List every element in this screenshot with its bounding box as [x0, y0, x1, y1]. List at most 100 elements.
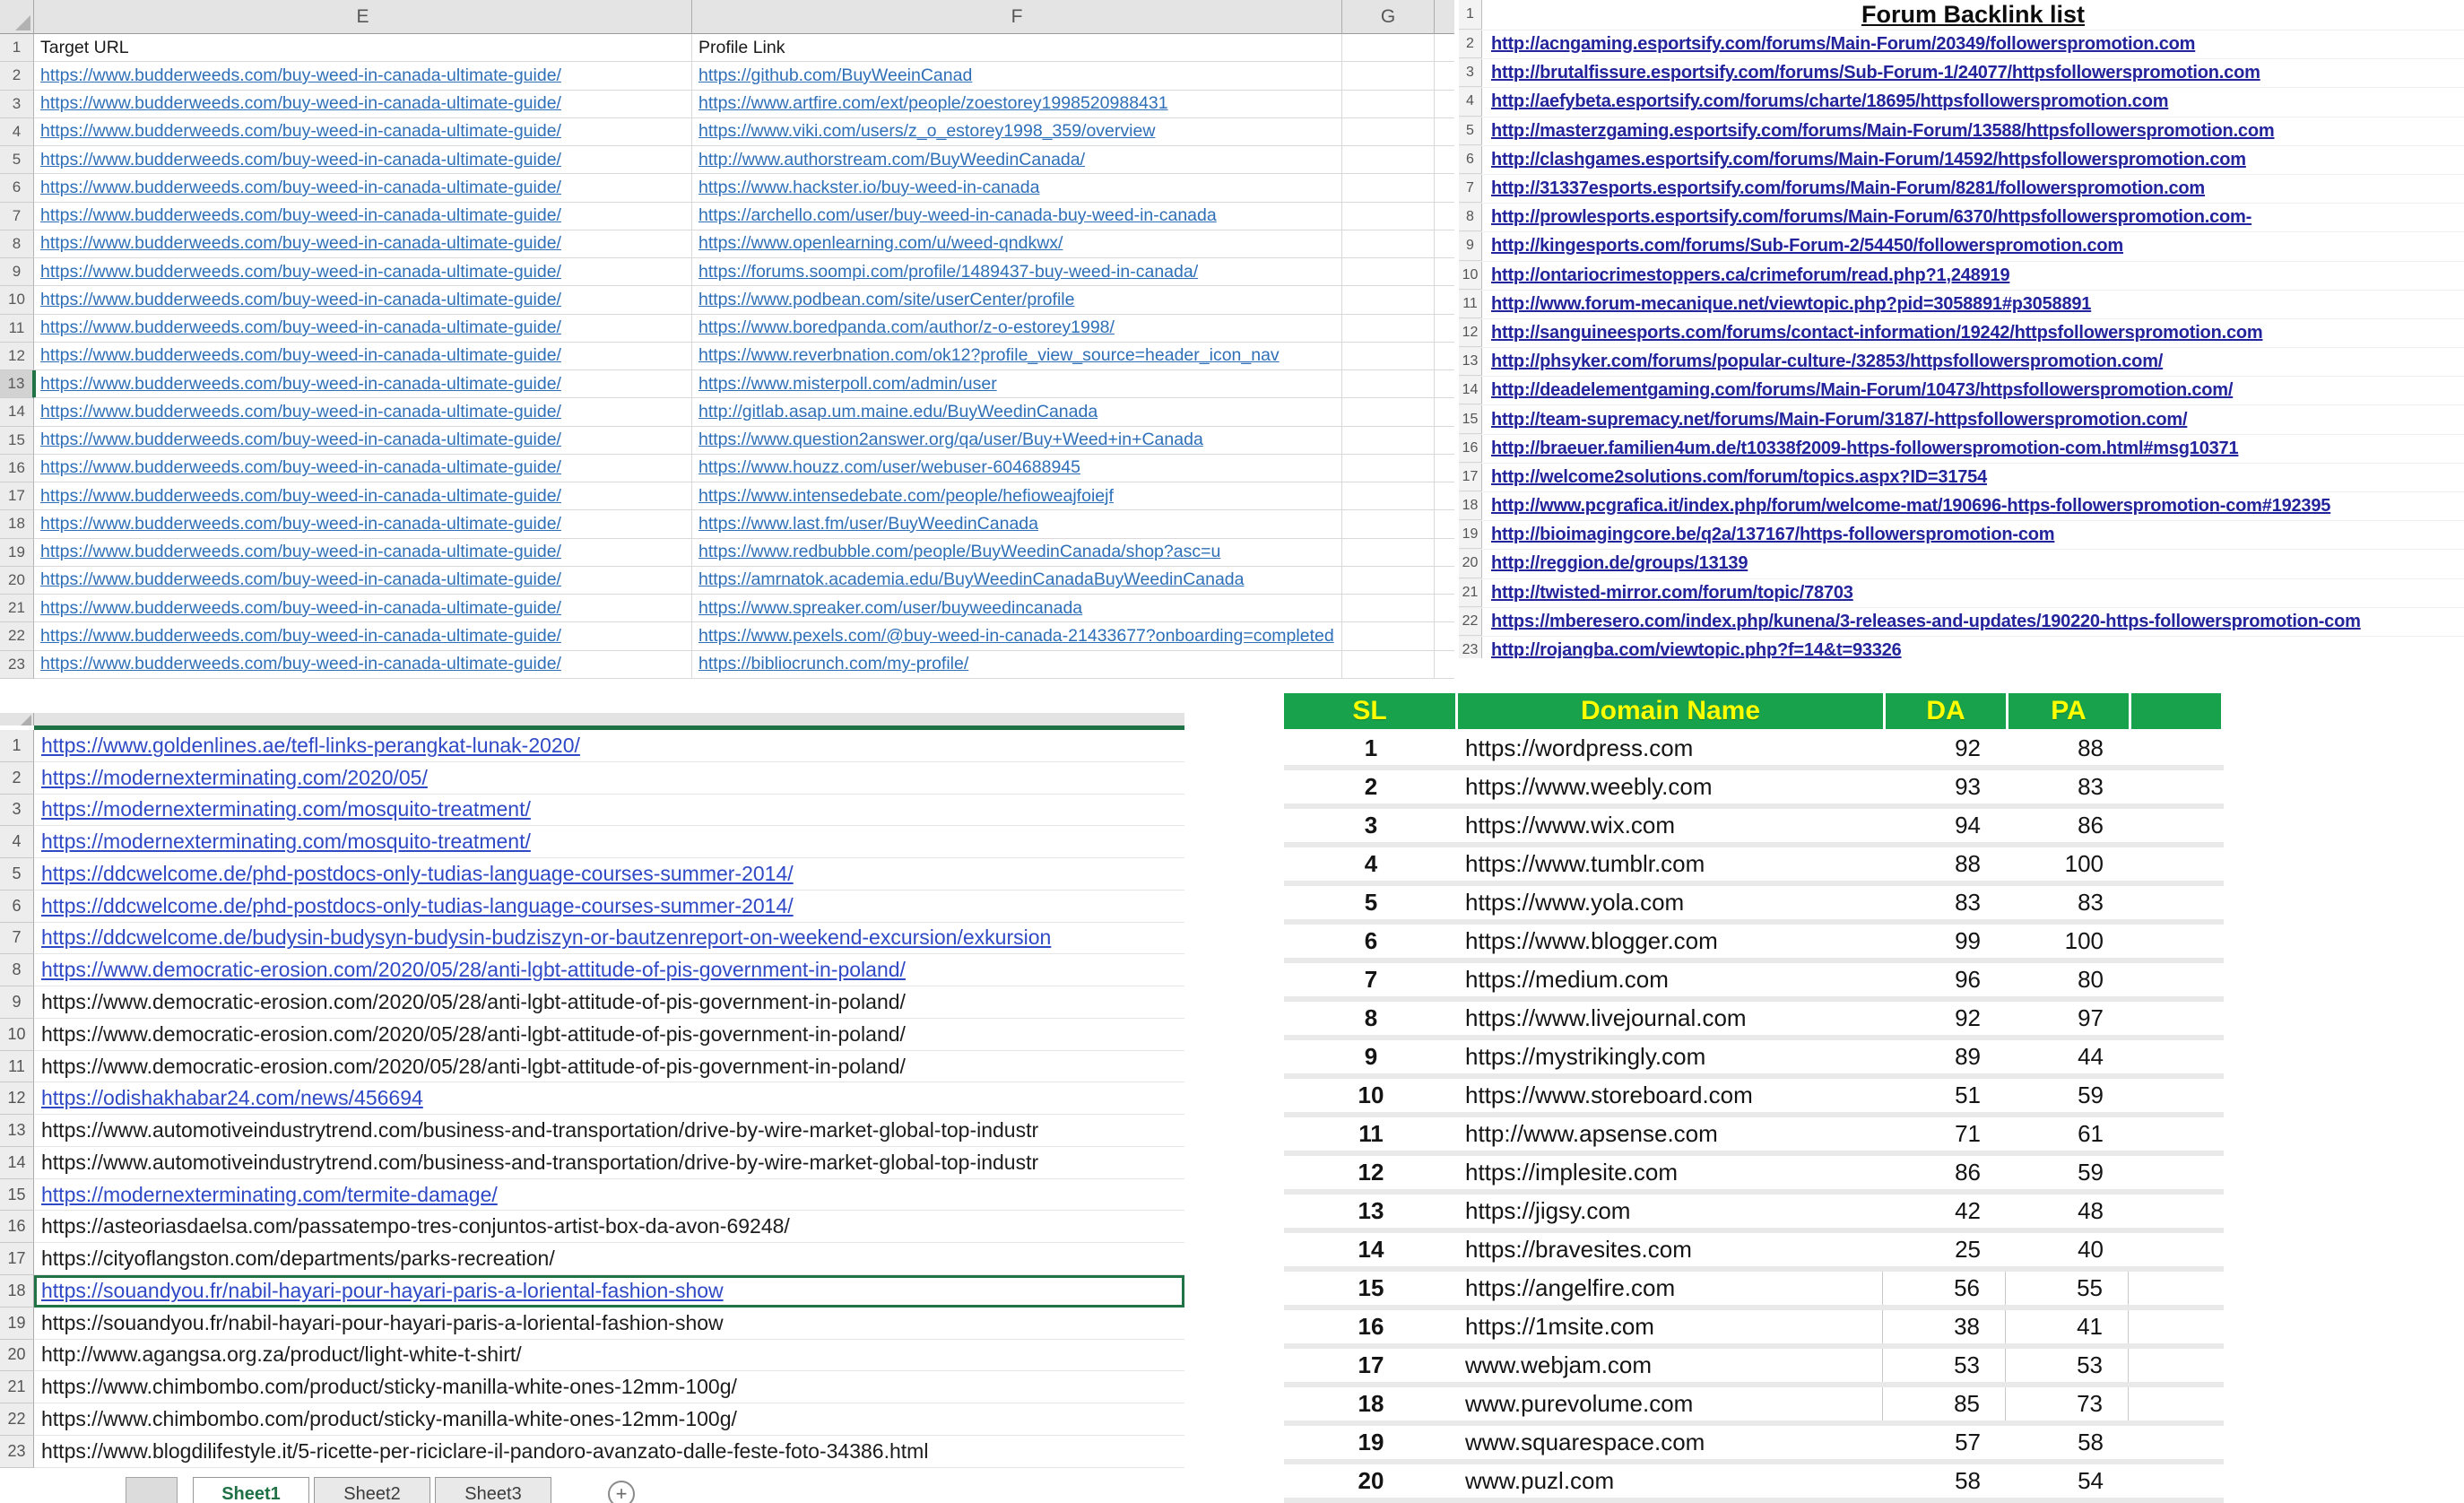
row-number[interactable]: 21: [0, 1371, 34, 1403]
select-all-corner[interactable]: [0, 0, 34, 34]
profile-link-cell[interactable]: https://www.pexels.com/@buy-weed-in-cana…: [692, 622, 1342, 650]
pa-cell[interactable]: 48: [2006, 1195, 2129, 1228]
sl-cell[interactable]: 12: [1284, 1156, 1458, 1189]
row-number[interactable]: 14: [0, 1147, 34, 1179]
domain-cell[interactable]: https://implesite.com: [1458, 1156, 1883, 1189]
profile-link-cell[interactable]: https://www.redbubble.com/people/BuyWeed…: [692, 539, 1342, 567]
row-number[interactable]: 15: [0, 1179, 34, 1212]
profile-link-cell[interactable]: https://www.viki.com/users/z_o_estorey19…: [692, 118, 1342, 146]
row-number[interactable]: 16: [0, 455, 34, 482]
domain-cell[interactable]: https://angelfire.com: [1458, 1272, 1883, 1305]
empty-cell[interactable]: [1342, 651, 1435, 679]
domain-cell[interactable]: https://www.yola.com: [1458, 886, 1883, 919]
row-number[interactable]: 10: [0, 286, 34, 314]
url-text-cell[interactable]: https://www.democratic-erosion.com/2020/…: [34, 1019, 1184, 1051]
row-number[interactable]: 14: [0, 398, 34, 426]
domain-cell[interactable]: https://1msite.com: [1458, 1310, 1883, 1343]
url-link-cell[interactable]: https://ddcwelcome.de/budysin-budysyn-bu…: [34, 923, 1184, 955]
empty-cell[interactable]: [1342, 174, 1435, 202]
profile-link-cell[interactable]: https://www.misterpoll.com/admin/user: [692, 370, 1342, 398]
sl-cell[interactable]: 18: [1284, 1387, 1458, 1420]
profile-link-cell[interactable]: https://archello.com/user/buy-weed-in-ca…: [692, 203, 1342, 230]
target-url-cell[interactable]: https://www.budderweeds.com/buy-weed-in-…: [34, 370, 692, 398]
sl-cell[interactable]: 20: [1284, 1464, 1458, 1498]
da-cell[interactable]: 38: [1883, 1310, 2006, 1343]
row-number[interactable]: 22: [0, 1403, 34, 1436]
empty-cell[interactable]: [1342, 62, 1435, 90]
sl-cell[interactable]: 19: [1284, 1426, 1458, 1459]
da-cell[interactable]: 96: [1883, 963, 2006, 996]
row-number[interactable]: 15: [0, 427, 34, 455]
row-number[interactable]: 1: [0, 34, 34, 62]
row-number[interactable]: 18: [1459, 492, 1482, 520]
empty-cell[interactable]: [1342, 34, 1435, 62]
forum-backlink-cell[interactable]: https://mberesero.com/index.php/kunena/3…: [1482, 608, 2464, 636]
row-number[interactable]: 3: [1459, 59, 1482, 87]
profile-link-cell[interactable]: http://www.authorstream.com/BuyWeedinCan…: [692, 146, 1342, 174]
sl-cell[interactable]: 13: [1284, 1195, 1458, 1228]
url-link-cell[interactable]: https://souandyou.fr/nabil-hayari-pour-h…: [34, 1275, 1184, 1308]
url-text-cell[interactable]: https://cityoflangston.com/departments/p…: [34, 1243, 1184, 1275]
row-number[interactable]: 11: [0, 315, 34, 343]
empty-cell[interactable]: [1342, 398, 1435, 426]
profile-link-cell[interactable]: https://www.reverbnation.com/ok12?profil…: [692, 343, 1342, 370]
sl-cell[interactable]: 15: [1284, 1272, 1458, 1305]
pa-cell[interactable]: 61: [2006, 1117, 2129, 1151]
target-url-cell[interactable]: https://www.budderweeds.com/buy-weed-in-…: [34, 146, 692, 174]
da-cell[interactable]: 25: [1883, 1233, 2006, 1266]
domain-cell[interactable]: https://bravesites.com: [1458, 1233, 1883, 1266]
sl-cell[interactable]: 2: [1284, 770, 1458, 804]
sl-cell[interactable]: 4: [1284, 847, 1458, 881]
profile-link-cell[interactable]: https://amrnatok.academia.edu/BuyWeedinC…: [692, 567, 1342, 595]
row-number[interactable]: 16: [1459, 435, 1482, 463]
target-url-cell[interactable]: https://www.budderweeds.com/buy-weed-in-…: [34, 482, 692, 510]
target-url-cell[interactable]: https://www.budderweeds.com/buy-weed-in-…: [34, 230, 692, 258]
row-number[interactable]: 12: [1459, 319, 1482, 347]
row-number[interactable]: 13: [0, 370, 34, 398]
tab-scroll-stub[interactable]: [126, 1477, 178, 1503]
da-cell[interactable]: 92: [1883, 1002, 2006, 1035]
row-number[interactable]: 20: [0, 1340, 34, 1372]
forum-backlink-cell[interactable]: http://ontariocrimestoppers.ca/crimeforu…: [1482, 262, 2464, 290]
sl-cell[interactable]: 5: [1284, 886, 1458, 919]
empty-cell[interactable]: [1342, 343, 1435, 370]
sl-cell[interactable]: 1: [1284, 732, 1458, 765]
row-number[interactable]: 9: [1459, 232, 1482, 260]
domain-cell[interactable]: https://www.blogger.com: [1458, 925, 1883, 958]
target-url-cell[interactable]: https://www.budderweeds.com/buy-weed-in-…: [34, 567, 692, 595]
profile-link-header-cell[interactable]: Profile Link: [692, 34, 1342, 62]
sl-cell[interactable]: 14: [1284, 1233, 1458, 1266]
row-number[interactable]: 2: [0, 762, 34, 795]
empty-cell[interactable]: [1342, 146, 1435, 174]
pa-cell[interactable]: 53: [2006, 1349, 2129, 1382]
pa-cell[interactable]: 55: [2006, 1272, 2129, 1305]
empty-cell[interactable]: [1342, 315, 1435, 343]
target-url-cell[interactable]: https://www.budderweeds.com/buy-weed-in-…: [34, 595, 692, 622]
forum-backlink-cell[interactable]: http://masterzgaming.esportsify.com/foru…: [1482, 117, 2464, 145]
row-number[interactable]: 18: [0, 510, 34, 538]
url-link-cell[interactable]: https://modernexterminating.com/mosquito…: [34, 826, 1184, 858]
domain-cell[interactable]: www.squarespace.com: [1458, 1426, 1883, 1459]
target-url-cell[interactable]: https://www.budderweeds.com/buy-weed-in-…: [34, 258, 692, 286]
url-link-cell[interactable]: https://ddcwelcome.de/phd-postdocs-only-…: [34, 891, 1184, 923]
pa-cell[interactable]: 86: [2006, 809, 2129, 842]
row-number[interactable]: 8: [0, 230, 34, 258]
domain-cell[interactable]: https://www.livejournal.com: [1458, 1002, 1883, 1035]
target-url-cell[interactable]: https://www.budderweeds.com/buy-weed-in-…: [34, 398, 692, 426]
row-number[interactable]: 23: [0, 1436, 34, 1468]
new-sheet-button[interactable]: +: [608, 1481, 635, 1503]
url-text-cell[interactable]: https://www.chimbombo.com/product/sticky…: [34, 1403, 1184, 1436]
pa-cell[interactable]: 100: [2006, 925, 2129, 958]
row-number[interactable]: 8: [0, 954, 34, 986]
sl-cell[interactable]: 16: [1284, 1310, 1458, 1343]
target-url-cell[interactable]: https://www.budderweeds.com/buy-weed-in-…: [34, 118, 692, 146]
row-number[interactable]: 7: [0, 203, 34, 230]
pa-cell[interactable]: 73: [2006, 1387, 2129, 1420]
empty-cell[interactable]: [1342, 427, 1435, 455]
forum-backlink-cell[interactable]: http://kingesports.com/forums/Sub-Forum-…: [1482, 232, 2464, 260]
empty-cell[interactable]: [1342, 286, 1435, 314]
url-text-cell[interactable]: https://souandyou.fr/nabil-hayari-pour-h…: [34, 1308, 1184, 1340]
pa-cell[interactable]: 59: [2006, 1079, 2129, 1112]
target-url-cell[interactable]: https://www.budderweeds.com/buy-weed-in-…: [34, 315, 692, 343]
domain-cell[interactable]: www.purevolume.com: [1458, 1387, 1883, 1420]
